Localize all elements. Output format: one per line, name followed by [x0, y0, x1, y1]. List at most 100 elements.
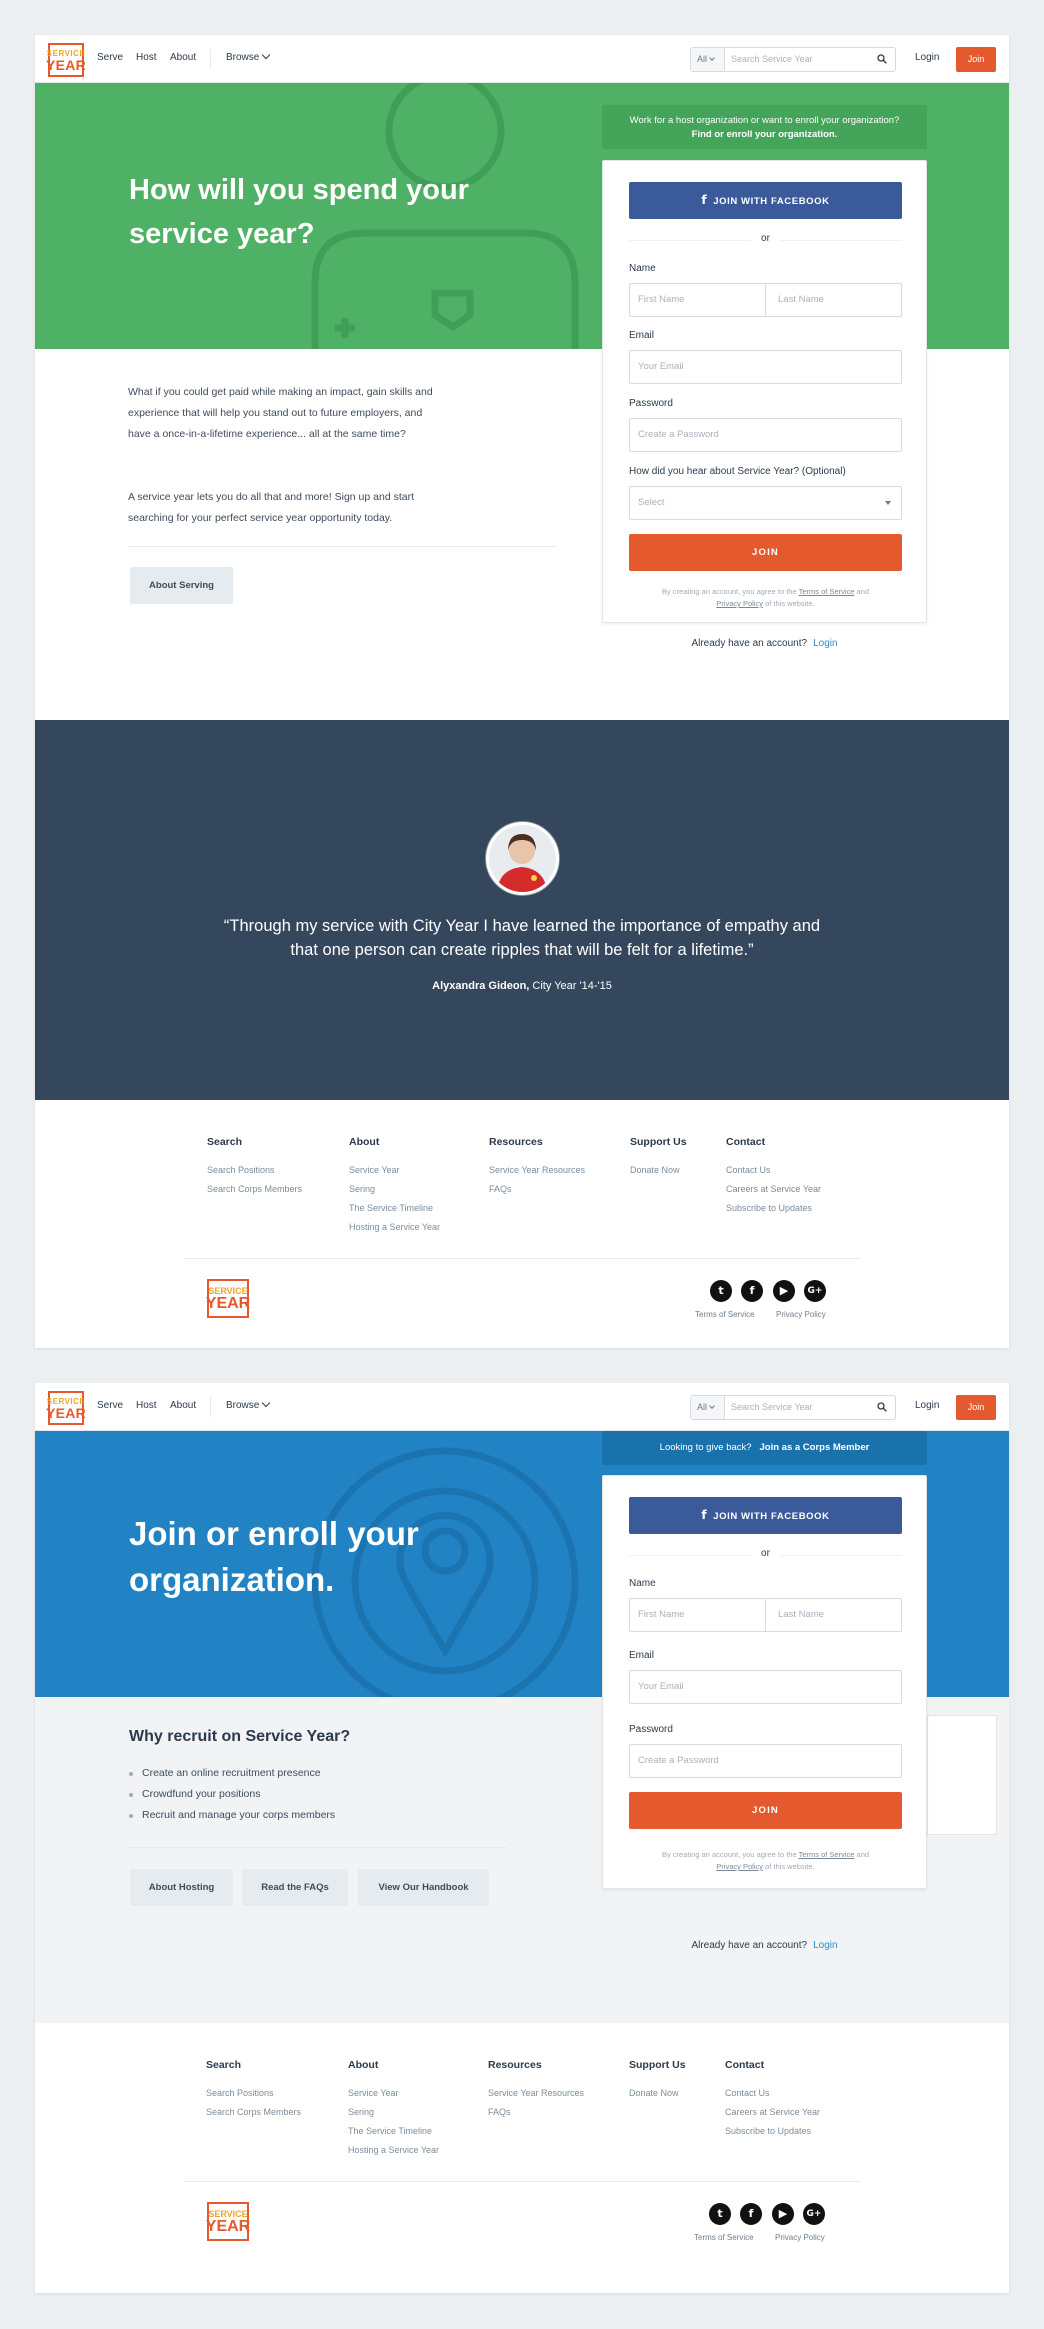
twitter-icon[interactable]: t: [710, 1280, 732, 1302]
last-name-input[interactable]: Last Name: [766, 284, 902, 316]
list-item: Create an online recruitment presence: [129, 1763, 335, 1784]
footer-link[interactable]: Search Corps Members: [206, 2103, 301, 2122]
terms-link[interactable]: Terms of Service: [799, 1850, 855, 1859]
footer-link[interactable]: Sering: [348, 2103, 439, 2122]
facebook-icon[interactable]: f: [741, 1280, 763, 1302]
join-submit-button[interactable]: JOIN: [629, 1792, 902, 1829]
view-handbook-button[interactable]: View Our Handbook: [358, 1869, 489, 1906]
referral-select[interactable]: Select: [629, 486, 902, 520]
email-input[interactable]: Your Email: [629, 1670, 902, 1704]
footer-col-resources: Resources Service Year Resources FAQs: [488, 2059, 584, 2122]
terms-link[interactable]: Terms of Service: [799, 587, 855, 596]
twitter-icon[interactable]: t: [709, 2203, 731, 2225]
nav-host-link[interactable]: Host: [136, 52, 157, 63]
search-icon[interactable]: [877, 1402, 887, 1412]
footer-link[interactable]: Service Year: [348, 2084, 439, 2103]
join-corps-member-link[interactable]: Join as a Corps Member: [760, 1442, 870, 1453]
footer-link[interactable]: Service Year: [349, 1161, 440, 1180]
footer-col-support: Support Us Donate Now: [630, 1136, 687, 1180]
footer-link[interactable]: Service Year Resources: [489, 1161, 585, 1180]
side-panel: [927, 1715, 997, 1835]
footer-link[interactable]: Careers at Service Year: [725, 2103, 820, 2122]
login-link[interactable]: Login: [915, 1400, 939, 1411]
youtube-icon[interactable]: ▶: [773, 1280, 795, 1302]
signup-form: f JOIN WITH FACEBOOK or Name First Name L…: [602, 160, 927, 623]
footer-link[interactable]: Search Corps Members: [207, 1180, 302, 1199]
last-name-input[interactable]: Last Name: [766, 1599, 902, 1631]
read-faqs-button[interactable]: Read the FAQs: [242, 1869, 348, 1906]
intro-paragraph-2: A service year lets you do all that and …: [128, 491, 414, 524]
footer-link[interactable]: Service Year Resources: [488, 2084, 584, 2103]
footer-col-about: About Service Year Sering The Service Ti…: [349, 1136, 440, 1237]
footer-link[interactable]: The Service Timeline: [348, 2122, 439, 2141]
nav-host-link[interactable]: Host: [136, 1400, 157, 1411]
password-label: Password: [629, 398, 673, 409]
footer-link[interactable]: Contact Us: [726, 1161, 821, 1180]
nav-about-link[interactable]: About: [170, 52, 196, 63]
search-category-select[interactable]: All: [691, 48, 725, 71]
login-link[interactable]: Login: [813, 1940, 837, 1951]
password-input[interactable]: Create a Password: [629, 1744, 902, 1778]
referral-label: How did you hear about Service Year? (Op…: [629, 466, 846, 477]
search-category-select[interactable]: All: [691, 1396, 725, 1419]
youtube-icon[interactable]: ▶: [772, 2203, 794, 2225]
footer-logo[interactable]: SERVICE YEAR: [206, 2202, 250, 2241]
search-icon[interactable]: [877, 54, 887, 64]
page-title: Join or enroll your organization.: [129, 1515, 419, 1598]
corps-member-banner[interactable]: Looking to give back? Join as a Corps Me…: [602, 1431, 927, 1465]
name-label: Name: [629, 263, 656, 274]
search-input[interactable]: [731, 1399, 871, 1415]
login-link[interactable]: Login: [915, 52, 939, 63]
nav-about-link[interactable]: About: [170, 1400, 196, 1411]
about-hosting-button[interactable]: About Hosting: [130, 1869, 233, 1906]
footer-link[interactable]: Hosting a Service Year: [349, 1218, 440, 1237]
facebook-join-button[interactable]: f JOIN WITH FACEBOOK: [629, 1497, 902, 1534]
footer-link[interactable]: FAQs: [489, 1180, 585, 1199]
nav-serve-link[interactable]: Serve: [97, 52, 123, 63]
service-year-logo[interactable]: SERVICE YEAR: [46, 1391, 86, 1425]
footer-link[interactable]: Search Positions: [207, 1161, 302, 1180]
footer-link[interactable]: The Service Timeline: [349, 1199, 440, 1218]
join-submit-button[interactable]: JOIN: [629, 534, 902, 571]
footer-link[interactable]: Donate Now: [630, 1161, 687, 1180]
facebook-icon[interactable]: f: [740, 2203, 762, 2225]
about-serving-button[interactable]: About Serving: [130, 567, 233, 604]
enroll-org-link[interactable]: Find or enroll your organization.: [692, 129, 838, 140]
google-plus-icon[interactable]: G+: [804, 1280, 826, 1302]
footer-link[interactable]: Sering: [349, 1180, 440, 1199]
email-input[interactable]: Your Email: [629, 350, 902, 384]
footer-logo[interactable]: SERVICE YEAR: [206, 1279, 250, 1318]
service-year-logo[interactable]: SERVICE YEAR: [46, 43, 86, 77]
google-plus-icon[interactable]: G+: [803, 2203, 825, 2225]
join-button[interactable]: Join: [956, 47, 996, 72]
footer-link[interactable]: Contact Us: [725, 2084, 820, 2103]
browse-menu[interactable]: Browse: [226, 1398, 271, 1411]
footer-link[interactable]: Donate Now: [629, 2084, 686, 2103]
terms-link[interactable]: Terms of Service: [694, 2233, 754, 2242]
host-org-banner[interactable]: Work for a host organization or want to …: [602, 105, 927, 149]
footer-link[interactable]: Careers at Service Year: [726, 1180, 821, 1199]
signup-form: f JOIN WITH FACEBOOK or Name First Name L…: [602, 1475, 927, 1889]
login-link[interactable]: Login: [813, 638, 837, 649]
top-nav: SERVICE YEAR Serve Host About Browse All…: [35, 1383, 1009, 1431]
privacy-link[interactable]: Privacy Policy: [716, 599, 763, 608]
facebook-join-button[interactable]: f JOIN WITH FACEBOOK: [629, 182, 902, 219]
browse-menu[interactable]: Browse: [226, 50, 271, 63]
privacy-link[interactable]: Privacy Policy: [716, 1862, 763, 1871]
nav-serve-link[interactable]: Serve: [97, 1400, 123, 1411]
first-name-input[interactable]: First Name: [630, 1599, 766, 1631]
first-name-input[interactable]: First Name: [630, 284, 766, 316]
privacy-link[interactable]: Privacy Policy: [775, 2233, 825, 2242]
footer-col-contact: Contact Contact Us Careers at Service Ye…: [725, 2059, 820, 2141]
terms-link[interactable]: Terms of Service: [695, 1310, 755, 1319]
or-divider: or: [629, 1548, 902, 1562]
search-input[interactable]: [731, 51, 871, 67]
footer-link[interactable]: Search Positions: [206, 2084, 301, 2103]
password-input[interactable]: Create a Password: [629, 418, 902, 452]
footer-link[interactable]: FAQs: [488, 2103, 584, 2122]
footer-link[interactable]: Subscribe to Updates: [725, 2122, 820, 2141]
footer-link[interactable]: Hosting a Service Year: [348, 2141, 439, 2160]
privacy-link[interactable]: Privacy Policy: [776, 1310, 826, 1319]
join-button[interactable]: Join: [956, 1395, 996, 1420]
footer-link[interactable]: Subscribe to Updates: [726, 1199, 821, 1218]
